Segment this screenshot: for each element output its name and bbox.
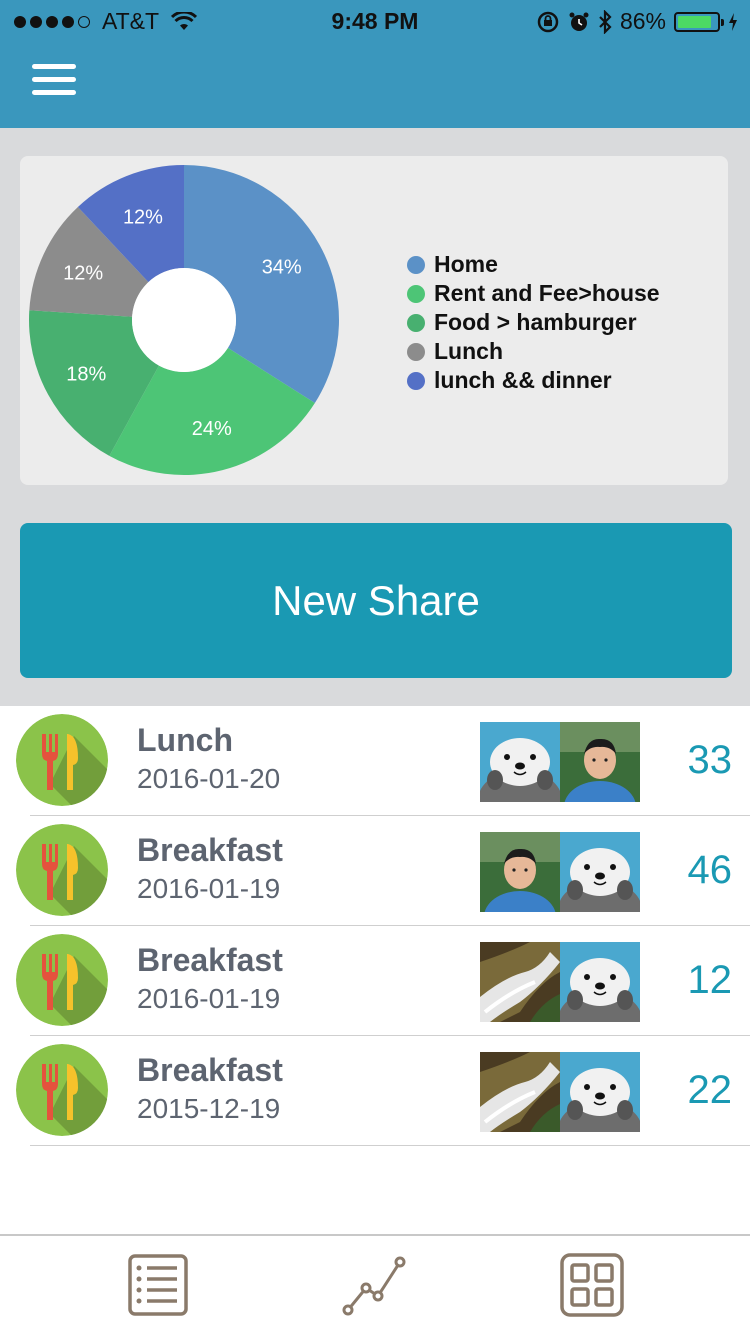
slice-label: 34% xyxy=(262,256,302,278)
photo-thumbnail xyxy=(560,722,640,802)
entry-count: 33 xyxy=(687,738,733,782)
photo-thumbnail xyxy=(560,832,640,912)
charging-icon xyxy=(729,12,737,31)
legend-entry: Rent and Fee>house xyxy=(407,279,660,308)
entry-thumbnails xyxy=(480,1052,640,1132)
legend-swatch xyxy=(407,371,425,390)
entry-date: 2016-01-20 xyxy=(137,763,281,794)
entry-thumbnails xyxy=(480,942,640,1022)
legend-swatch xyxy=(407,284,425,303)
legend-label: Lunch xyxy=(434,338,503,364)
legend-swatch xyxy=(407,313,425,332)
share-list: Lunch 2016-01-20 33 Breakfast 2016-01-19… xyxy=(0,706,750,1146)
donut-hole xyxy=(132,268,236,372)
photo-thumbnail xyxy=(560,942,640,1022)
list-item[interactable]: Breakfast 2016-01-19 46 xyxy=(0,816,750,926)
entry-thumbnails xyxy=(480,832,640,912)
legend-swatch xyxy=(407,342,425,361)
entry-title: Lunch xyxy=(137,722,233,758)
legend-swatch xyxy=(407,255,425,274)
entry-count: 46 xyxy=(687,848,733,892)
new-share-button[interactable]: New Share xyxy=(20,523,732,678)
category-chart-card: 34% 24% 18% 12% 12% Home Rent and Fee>house Fo… xyxy=(20,156,728,485)
tab-bar xyxy=(0,1234,750,1334)
fork-knife-icon xyxy=(16,1044,108,1136)
slice-label: 12% xyxy=(123,206,163,228)
chart-legend: Home Rent and Fee>house Food > hamburger Lu… xyxy=(407,250,660,395)
entry-title: Breakfast xyxy=(137,832,283,868)
photo-thumbnail xyxy=(560,1052,640,1132)
legend-entry: Lunch xyxy=(407,337,660,366)
slice-label: 24% xyxy=(192,418,232,440)
legend-label: Home xyxy=(434,251,498,277)
slice-label: 18% xyxy=(66,364,106,386)
slice-label: 12% xyxy=(63,263,103,285)
alarm-icon xyxy=(569,12,589,31)
legend-label: lunch && dinner xyxy=(434,367,612,393)
summary-section: 34% 24% 18% 12% 12% Home Rent and Fee>house Fo… xyxy=(0,128,750,706)
tab-chart[interactable] xyxy=(342,1252,408,1318)
photo-thumbnail xyxy=(480,942,560,1022)
battery-percent: 86% xyxy=(619,8,666,34)
entry-title: Breakfast xyxy=(137,1052,283,1088)
line-chart-icon xyxy=(342,1256,406,1316)
status-bar: AT&T 9:48 PM 86% xyxy=(0,0,750,40)
grid-icon xyxy=(560,1253,624,1317)
fork-knife-icon xyxy=(16,934,108,1026)
app-header: AT&T 9:48 PM 86% xyxy=(0,0,750,128)
battery-level xyxy=(678,15,711,28)
battery-icon xyxy=(674,11,724,32)
entry-thumbnails xyxy=(480,722,640,802)
entry-count: 12 xyxy=(687,958,733,1002)
legend-entry: Food > hamburger xyxy=(407,308,660,337)
legend-label: Rent and Fee>house xyxy=(434,280,660,306)
entry-count: 22 xyxy=(687,1068,733,1112)
hamburger-menu-icon[interactable] xyxy=(32,64,76,98)
list-item[interactable]: Lunch 2016-01-20 33 xyxy=(0,706,750,816)
photo-thumbnail xyxy=(480,832,560,912)
legend-entry: lunch && dinner xyxy=(407,366,660,395)
photo-thumbnail xyxy=(480,1052,560,1132)
bluetooth-icon xyxy=(599,9,612,34)
list-icon xyxy=(128,1254,188,1316)
photo-thumbnail xyxy=(480,722,560,802)
list-item[interactable]: Breakfast 2016-01-19 12 xyxy=(0,926,750,1036)
donut-chart: 34% 24% 18% 12% 12% xyxy=(28,165,339,475)
legend-entry: Home xyxy=(407,250,660,279)
tab-list[interactable] xyxy=(125,1252,191,1318)
status-indicators: 86% xyxy=(536,8,738,35)
tab-grid[interactable] xyxy=(559,1252,625,1318)
fork-knife-icon xyxy=(16,824,108,916)
entry-date: 2015-12-19 xyxy=(137,1093,281,1124)
list-item[interactable]: Breakfast 2015-12-19 22 xyxy=(0,1036,750,1146)
entry-title: Breakfast xyxy=(137,942,283,978)
fork-knife-icon xyxy=(16,714,108,806)
entry-date: 2016-01-19 xyxy=(137,873,281,904)
rotation-lock-icon xyxy=(537,11,559,32)
entry-date: 2016-01-19 xyxy=(137,983,281,1014)
legend-label: Food > hamburger xyxy=(434,309,637,335)
